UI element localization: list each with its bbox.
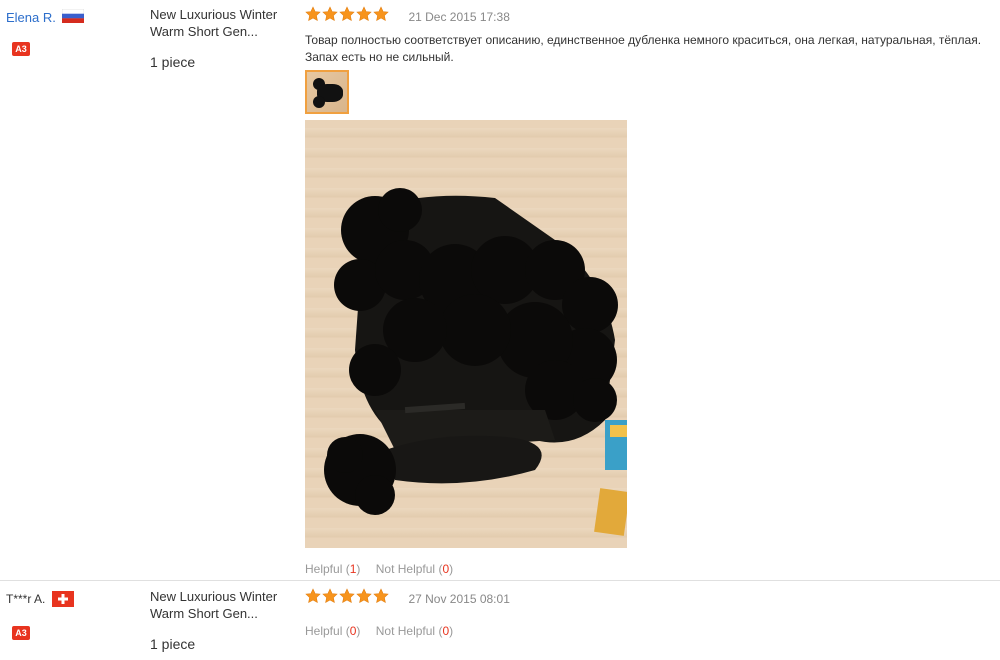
quantity: 1 piece <box>150 636 196 652</box>
star-icon <box>322 588 338 603</box>
switzerland-flag-icon <box>51 591 74 612</box>
star-icon <box>373 588 389 603</box>
review-divider <box>0 580 1000 581</box>
star-icon <box>339 6 355 21</box>
quantity: 1 piece <box>150 54 196 70</box>
star-icon <box>373 6 389 21</box>
buyer-info: T***r A. A3 <box>6 588 136 640</box>
star-icon <box>339 588 355 603</box>
not-helpful-count: 0 <box>442 624 450 638</box>
helpful-button[interactable]: Helpful (0) <box>305 624 360 638</box>
helpful-count: 1 <box>349 562 357 576</box>
buyer-level-badge: A3 <box>12 626 30 640</box>
buyer-name[interactable]: T***r A. <box>6 592 45 606</box>
product-name[interactable]: New Luxurious Winter Warm Short Gen... <box>150 588 290 622</box>
buyer-level-badge: A3 <box>12 42 30 56</box>
product-info: New Luxurious Winter Warm Short Gen... 1… <box>150 588 290 653</box>
star-icon <box>356 6 372 21</box>
helpful-button[interactable]: Helpful (1) <box>305 562 360 576</box>
review-item: T***r A. A3 New Luxurious Winter Warm Sh… <box>0 582 1000 660</box>
review-date: 21 Dec 2015 17:38 <box>408 9 510 24</box>
not-helpful-count: 0 <box>442 562 450 576</box>
review-text: Товар полностью соответствует описанию, … <box>305 33 982 64</box>
helpful-votes: Helpful (1) Not Helpful (0) <box>305 562 1000 576</box>
russia-flag-icon <box>62 8 85 28</box>
review-content: 21 Dec 2015 17:38 Товар полностью соотве… <box>305 6 1000 576</box>
star-icon <box>305 6 321 21</box>
review-photo[interactable] <box>305 120 627 548</box>
review-photo-thumbnail[interactable] <box>305 70 349 114</box>
product-name[interactable]: New Luxurious Winter Warm Short Gen... <box>150 6 290 40</box>
helpful-count: 0 <box>349 624 357 638</box>
star-icon <box>356 588 372 603</box>
star-rating <box>305 588 390 609</box>
star-icon <box>322 6 338 21</box>
buyer-info: Elena R. A3 <box>6 6 136 56</box>
not-helpful-button[interactable]: Not Helpful (0) <box>376 624 453 638</box>
buyer-name[interactable]: Elena R. <box>6 10 56 25</box>
review-content: 27 Nov 2015 08:01 Helpful (0) Not Helpfu… <box>305 588 1000 638</box>
helpful-votes: Helpful (0) Not Helpful (0) <box>305 624 1000 638</box>
star-rating <box>305 6 390 27</box>
review-date: 27 Nov 2015 08:01 <box>408 591 510 606</box>
not-helpful-button[interactable]: Not Helpful (0) <box>376 562 453 576</box>
star-icon <box>305 588 321 603</box>
review-item: Elena R. A3 New Luxurious Winter Warm Sh… <box>0 0 1000 580</box>
product-info: New Luxurious Winter Warm Short Gen... 1… <box>150 6 290 71</box>
